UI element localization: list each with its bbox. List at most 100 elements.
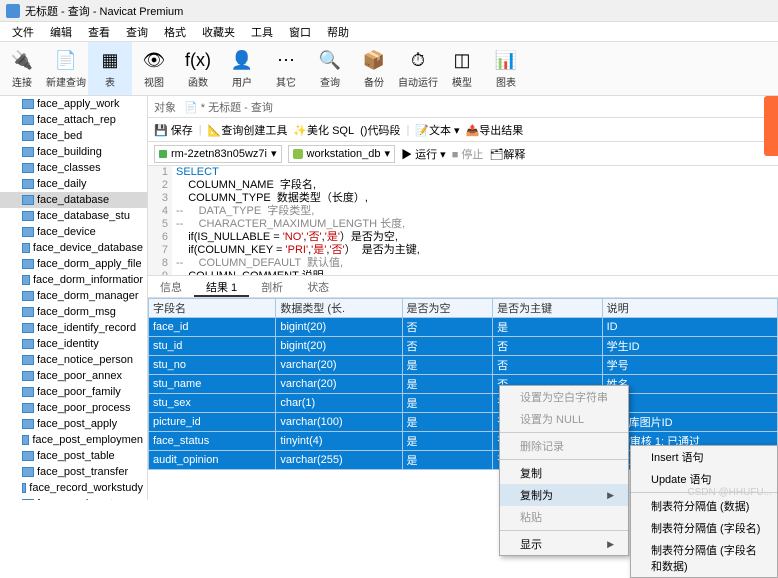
- toolbar-用户[interactable]: 👤用户: [220, 42, 264, 95]
- tab-profile[interactable]: 剖析: [249, 276, 295, 297]
- tree-item[interactable]: face_device_database: [0, 240, 147, 256]
- cell[interactable]: varchar(20): [276, 356, 402, 375]
- cell[interactable]: 是: [402, 413, 493, 432]
- explain-button[interactable]: 🗂解释: [489, 146, 525, 162]
- tree-item[interactable]: face_dorm_msg: [0, 304, 147, 320]
- connection-combo[interactable]: rm-2zetn83n05wz7i ▾: [154, 145, 282, 163]
- cell[interactable]: varchar(255): [276, 451, 402, 470]
- menu-查询[interactable]: 查询: [118, 22, 156, 41]
- cell[interactable]: 是: [402, 432, 493, 451]
- menu-工具[interactable]: 工具: [243, 22, 281, 41]
- column-header[interactable]: 字段名: [149, 299, 276, 318]
- tree-item[interactable]: face_dorm_informatior: [0, 272, 147, 288]
- table-row[interactable]: stu_idbigint(20)否否学生ID: [149, 337, 778, 356]
- menu-set-blank[interactable]: 设置为空白字符串: [500, 386, 628, 408]
- menu-set-null[interactable]: 设置为 NULL: [500, 408, 628, 430]
- tree-item[interactable]: face_device: [0, 224, 147, 240]
- tree-item[interactable]: face_post_table: [0, 448, 147, 464]
- tree-item[interactable]: face_identify_record: [0, 320, 147, 336]
- menu-文件[interactable]: 文件: [4, 22, 42, 41]
- cell[interactable]: 是: [402, 451, 493, 470]
- tree-item[interactable]: face_record_workstudy: [0, 480, 147, 496]
- cell[interactable]: 是: [402, 394, 493, 413]
- menu-帮助[interactable]: 帮助: [319, 22, 357, 41]
- toolbar-新建查询[interactable]: 📄新建查询: [44, 42, 88, 95]
- toolbar-图表[interactable]: 📊图表: [484, 42, 528, 95]
- cell[interactable]: 学号: [602, 356, 777, 375]
- column-header[interactable]: 是否为主键: [493, 299, 602, 318]
- tree-item[interactable]: face_database_stu: [0, 208, 147, 224]
- toolbar-查询[interactable]: 🔍查询: [308, 42, 352, 95]
- tree-item[interactable]: face_attach_rep: [0, 112, 147, 128]
- menu-copy[interactable]: 复制: [500, 462, 628, 484]
- beautify-sql-button[interactable]: ✨美化 SQL: [293, 122, 354, 138]
- table-row[interactable]: stu_novarchar(20)是否学号: [149, 356, 778, 375]
- menu-窗口[interactable]: 窗口: [281, 22, 319, 41]
- menu-delete[interactable]: 删除记录: [500, 435, 628, 457]
- tree-item[interactable]: face_repair_note: [0, 496, 147, 500]
- text-button[interactable]: 📝文本 ▾: [415, 122, 459, 138]
- tree-item[interactable]: face_post_employmen: [0, 432, 147, 448]
- cell[interactable]: stu_id: [149, 337, 276, 356]
- right-collapse-panel[interactable]: [764, 96, 778, 156]
- tab-objects[interactable]: 对象: [154, 99, 176, 115]
- toolbar-视图[interactable]: 👁视图: [132, 42, 176, 95]
- cell[interactable]: 是: [402, 356, 493, 375]
- cell[interactable]: stu_name: [149, 375, 276, 394]
- table-row[interactable]: face_idbigint(20)否是ID: [149, 318, 778, 337]
- context-submenu[interactable]: Insert 语句 Update 语句 制表符分隔值 (数据) 制表符分隔值 (…: [630, 445, 778, 578]
- cell[interactable]: 学生ID: [602, 337, 777, 356]
- cell[interactable]: bigint(20): [276, 337, 402, 356]
- menu-paste[interactable]: 粘贴: [500, 506, 628, 528]
- cell[interactable]: ID: [602, 318, 777, 337]
- cell[interactable]: 否: [493, 337, 602, 356]
- menu-格式[interactable]: 格式: [156, 22, 194, 41]
- tree-item[interactable]: face_post_transfer: [0, 464, 147, 480]
- tree-item[interactable]: face_classes: [0, 160, 147, 176]
- cell[interactable]: stu_no: [149, 356, 276, 375]
- submenu-tab-fields[interactable]: 制表符分隔值 (字段名): [631, 517, 777, 539]
- cell[interactable]: 否: [402, 318, 493, 337]
- toolbar-其它[interactable]: ⋯其它: [264, 42, 308, 95]
- cell[interactable]: tinyint(4): [276, 432, 402, 451]
- submenu-tab-data[interactable]: 制表符分隔值 (数据): [631, 495, 777, 517]
- code-segment-button[interactable]: ()代码段: [360, 122, 400, 138]
- menu-display[interactable]: 显示▶: [500, 533, 628, 555]
- cell[interactable]: bigint(20): [276, 318, 402, 337]
- tab-status[interactable]: 状态: [295, 276, 341, 297]
- tree-item[interactable]: face_daily: [0, 176, 147, 192]
- column-header[interactable]: 是否为空: [402, 299, 493, 318]
- tree-item[interactable]: face_notice_person: [0, 352, 147, 368]
- cell[interactable]: varchar(100): [276, 413, 402, 432]
- object-tree[interactable]: face_apply_workface_attach_repface_bedfa…: [0, 96, 148, 500]
- cell[interactable]: picture_id: [149, 413, 276, 432]
- save-button[interactable]: 💾 保存: [154, 122, 193, 138]
- column-header[interactable]: 说明: [602, 299, 777, 318]
- cell[interactable]: 否: [493, 356, 602, 375]
- tab-message[interactable]: 信息: [148, 276, 194, 297]
- column-header[interactable]: 数据类型 (长.: [276, 299, 402, 318]
- toolbar-函数[interactable]: f(x)函数: [176, 42, 220, 95]
- submenu-insert[interactable]: Insert 语句: [631, 446, 777, 468]
- tree-item[interactable]: face_building: [0, 144, 147, 160]
- tree-item[interactable]: face_poor_family: [0, 384, 147, 400]
- run-button[interactable]: ▶ 运行 ▾: [401, 146, 446, 162]
- tree-item[interactable]: face_poor_annex: [0, 368, 147, 384]
- cell[interactable]: 是: [402, 375, 493, 394]
- code-area[interactable]: SELECT COLUMN_NAME 字段名, COLUMN_TYPE 数据类型…: [172, 166, 778, 275]
- menu-查看[interactable]: 查看: [80, 22, 118, 41]
- cell[interactable]: varchar(20): [276, 375, 402, 394]
- cell[interactable]: face_status: [149, 432, 276, 451]
- export-button[interactable]: 📤导出结果: [466, 122, 524, 138]
- menu-编辑[interactable]: 编辑: [42, 22, 80, 41]
- tab-query[interactable]: 📄 * 无标题 - 查询: [184, 99, 273, 115]
- table-row[interactable]: stu_namevarchar(20)是否姓名: [149, 375, 778, 394]
- toolbar-备份[interactable]: 📦备份: [352, 42, 396, 95]
- table-row[interactable]: picture_idvarchar(100)是否人脸库图片ID: [149, 413, 778, 432]
- cell[interactable]: 否: [402, 337, 493, 356]
- database-combo[interactable]: workstation_db ▾: [288, 145, 396, 163]
- stop-button[interactable]: ■ 停止: [452, 146, 484, 162]
- sql-editor[interactable]: 123456789 SELECT COLUMN_NAME 字段名, COLUMN…: [148, 166, 778, 276]
- cell[interactable]: audit_opinion: [149, 451, 276, 470]
- cell[interactable]: char(1): [276, 394, 402, 413]
